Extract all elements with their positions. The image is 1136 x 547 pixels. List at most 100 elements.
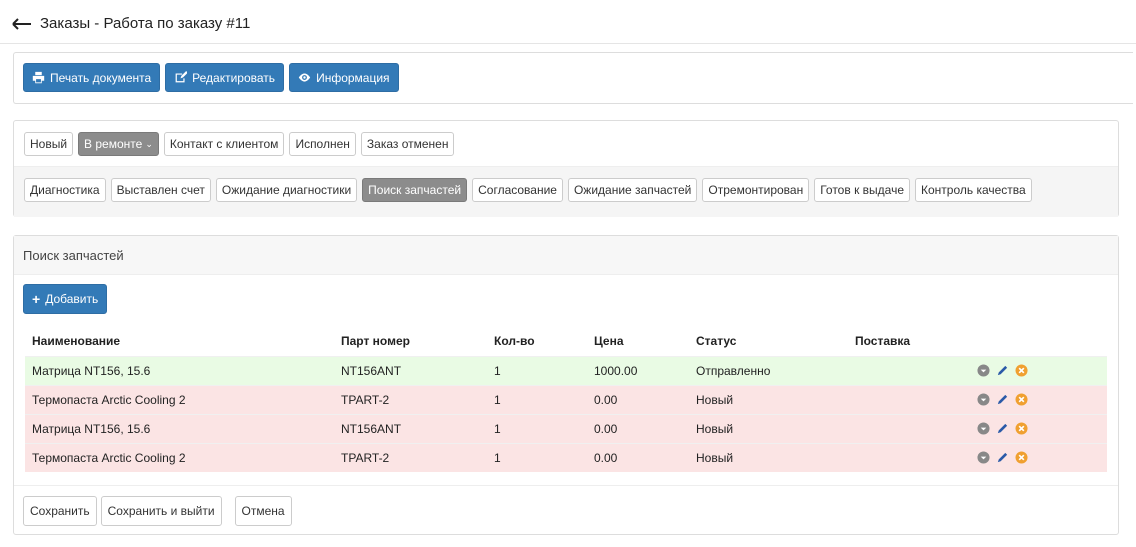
substatus-label: Ожидание диагностики [221,183,352,197]
cell-quantity: 1 [487,384,587,414]
delete-icon[interactable] [1015,422,1028,435]
substatus-diagnostics-button[interactable]: Диагностика [24,178,106,202]
save-button[interactable]: Сохранить [23,496,97,526]
cell-price: 0.00 [587,442,689,472]
form-footer: Сохранить Сохранить и выйти Отмена [23,496,292,526]
substatus-label: Отремонтирован [708,183,804,197]
status-label: В ремонте [84,137,143,151]
add-part-label: Добавить [45,292,99,306]
status-label: Контакт с клиентом [169,137,279,151]
column-header: Парт номер [341,333,410,348]
info-button[interactable]: Информация [289,63,399,92]
cell-name: Матрица NT156, 15.6 [25,355,334,385]
substatus-label: Выставлен счет [116,183,205,197]
substatus-quality-control-button[interactable]: Контроль качества [915,178,1032,202]
sub-status-group: Диагностика Выставлен счет Ожидание диаг… [24,178,1032,202]
back-arrow-icon[interactable] [12,17,32,31]
edit-icon[interactable] [996,393,1009,406]
delete-icon[interactable] [1015,451,1028,464]
cell-price: 0.00 [587,384,689,414]
cell-actions [968,384,1107,414]
status-in-repair-button[interactable]: В ремонте ⌄ [78,132,159,156]
delete-icon[interactable] [1015,364,1028,377]
edit-icon[interactable] [996,451,1009,464]
cell-part-number: TPART-2 [334,384,487,414]
chevron-down-icon: ⌄ [145,138,153,149]
cell-quantity: 1 [487,442,587,472]
add-part-button[interactable]: + Добавить [23,284,108,314]
footer-divider [14,485,1118,486]
status-new-button[interactable]: Новый [24,132,74,156]
substatus-awaiting-diagnostics-button[interactable]: Ожидание диагностики [215,178,358,202]
cell-part-number: TPART-2 [334,442,487,472]
status-panel: Новый В ремонте ⌄ Контакт с клиентом Испо… [13,120,1119,217]
column-header: Статус [696,333,737,348]
delete-icon[interactable] [1015,393,1028,406]
print-document-label: Печать документа [50,70,152,85]
column-header-actions [968,326,1107,356]
column-header: Кол-во [494,333,535,348]
table-row: Термопаста Arctic Cooling 2 TPART-2 1 0.… [25,384,1107,414]
status-label: Заказ отменен [366,137,449,151]
cell-supply [848,384,968,414]
cell-supply [848,442,968,472]
status-completed-button[interactable]: Исполнен [289,132,356,156]
main-status-group: Новый В ремонте ⌄ Контакт с клиентом Испо… [24,132,455,156]
substatus-ready-button[interactable]: Готов к выдаче [814,178,910,202]
edit-label: Редактировать [192,70,276,85]
view-icon[interactable] [977,393,990,406]
edit-icon[interactable] [996,422,1009,435]
view-icon[interactable] [977,422,990,435]
plus-icon: + [32,291,41,307]
status-label: Новый [30,137,68,151]
cell-status: Новый [689,413,848,443]
cell-name: Термопаста Arctic Cooling 2 [25,384,334,414]
substatus-label: Согласование [478,183,557,197]
parts-panel-title: Поиск запчастей [14,236,1118,275]
substatus-label: Контроль качества [921,183,1026,197]
page-title: Заказы - Работа по заказу #11 [40,15,251,32]
toolbar: Печать документа Редактировать Информаци… [13,52,1133,104]
status-contact-client-button[interactable]: Контакт с клиентом [163,132,285,156]
substatus-approval-button[interactable]: Согласование [472,178,563,202]
substatus-label: Диагностика [30,183,100,197]
table-row: Матрица NT156, 15.6 NT156ANT 1 0.00 Новы… [25,413,1107,443]
cell-price: 1000.00 [587,355,689,385]
status-label: Исполнен [295,137,350,151]
cancel-button[interactable]: Отмена [234,496,292,526]
table-row: Термопаста Arctic Cooling 2 TPART-2 1 0.… [25,442,1107,472]
view-icon[interactable] [977,364,990,377]
edit-icon[interactable] [996,364,1009,377]
substatus-parts-search-button[interactable]: Поиск запчастей [362,178,468,202]
cell-quantity: 1 [487,413,587,443]
substatus-repaired-button[interactable]: Отремонтирован [702,178,810,202]
column-header: Наименование [32,333,121,348]
cell-name: Матрица NT156, 15.6 [25,413,334,443]
view-icon[interactable] [977,451,990,464]
cell-price: 0.00 [587,413,689,443]
print-document-button[interactable]: Печать документа [23,63,161,92]
table-row: Матрица NT156, 15.6 NT156ANT 1 1000.00 О… [25,355,1107,385]
substatus-awaiting-parts-button[interactable]: Ожидание запчастей [567,178,698,202]
cell-supply [848,413,968,443]
table-header-row: Наименование Парт номер Кол-во Цена Стат… [25,326,1107,356]
column-header: Цена [594,333,624,348]
substatus-label: Поиск запчастей [368,183,462,197]
cell-status: Новый [689,384,848,414]
save-and-exit-button[interactable]: Сохранить и выйти [100,496,222,526]
cell-supply [848,355,968,385]
eye-icon [298,73,311,82]
edit-button[interactable]: Редактировать [165,63,285,92]
cell-quantity: 1 [487,355,587,385]
cell-actions [968,355,1107,385]
cell-actions [968,442,1107,472]
page-header: Заказы - Работа по заказу #11 [0,4,1136,44]
printer-icon [32,71,45,84]
substatus-invoice-button[interactable]: Выставлен счет [110,178,211,202]
cell-name: Термопаста Arctic Cooling 2 [25,442,334,472]
status-cancelled-button[interactable]: Заказ отменен [360,132,455,156]
cell-part-number: NT156ANT [334,413,487,443]
cell-status: Новый [689,442,848,472]
column-header: Поставка [855,333,911,348]
edit-icon [175,71,188,83]
